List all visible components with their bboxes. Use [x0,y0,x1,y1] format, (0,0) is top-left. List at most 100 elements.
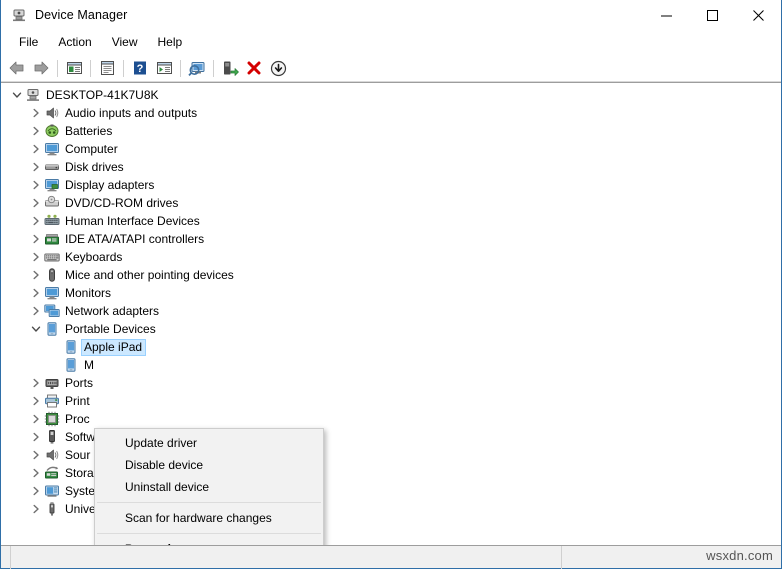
tree-item[interactable]: Monitors [1,284,781,302]
tree-item-label: Human Interface Devices [65,213,200,228]
tree-item[interactable]: DVD/CD-ROM drives [1,194,781,212]
chevron-down-icon[interactable] [9,87,25,103]
chevron-placeholder [47,357,63,373]
tree-item[interactable]: Disk drives [1,158,781,176]
context-menu-item-label: Update driver [125,436,198,450]
keyboard-icon [44,249,60,265]
toolbar: ? [1,55,781,82]
context-menu-item-label: Uninstall device [125,480,210,494]
ctx-uninstall-device[interactable]: Uninstall device [95,476,323,498]
chevron-down-icon[interactable] [28,321,44,337]
toolbar-separator-4 [180,59,181,77]
chevron-right-icon[interactable] [28,123,44,139]
forward-icon[interactable] [29,57,53,80]
tree-root-node[interactable]: DESKTOP-41K7U8K [1,86,781,104]
speaker-icon [44,447,60,463]
tree-item[interactable]: Ports [1,374,781,392]
status-pane-2 [11,545,562,569]
disk-drive-icon [44,159,60,175]
properties-icon[interactable] [95,57,119,80]
uninstall-device-icon[interactable] [242,57,266,80]
processor-icon [44,411,60,427]
chevron-right-icon[interactable] [28,501,44,517]
chevron-right-icon[interactable] [28,303,44,319]
tree-item-label: M [84,357,94,372]
tree-item-label: Sour [65,447,91,462]
menu-file[interactable]: File [9,33,48,52]
disable-device-icon[interactable] [266,57,290,80]
tree-item[interactable]: Print [1,392,781,410]
portable-device-icon [63,339,79,355]
chevron-right-icon[interactable] [28,267,44,283]
chevron-right-icon[interactable] [28,393,44,409]
tree-item[interactable]: Portable Devices [1,320,781,338]
tree-item[interactable]: Apple iPad [1,338,781,356]
menu-help[interactable]: Help [148,33,193,52]
context-menu: Update driver Disable device Uninstall dev… [94,428,324,545]
chevron-placeholder [47,339,63,355]
tree-item-label: Proc [65,411,90,426]
scan-for-hardware-changes-icon[interactable] [185,57,209,80]
update-driver-icon[interactable] [218,57,242,80]
show-hide-action-pane-icon[interactable] [152,57,176,80]
battery-icon [44,123,60,139]
back-icon[interactable] [5,57,29,80]
ctx-update-driver[interactable]: Update driver [95,432,323,454]
tree-item-label: DESKTOP-41K7U8K [46,87,159,102]
tree-item-label: Apple iPad [80,338,147,356]
chevron-right-icon[interactable] [28,447,44,463]
chevron-right-icon[interactable] [28,465,44,481]
tree-item[interactable]: Proc [1,410,781,428]
tree-item-label: Keyboards [65,249,123,264]
device-manager-icon [11,7,27,23]
tree-item-label: Display adapters [65,177,155,192]
chevron-right-icon[interactable] [28,195,44,211]
minimize-button[interactable] [643,0,689,31]
tree-item-label: Portable Devices [65,321,156,336]
svg-text:?: ? [137,63,144,75]
tree-item[interactable]: Display adapters [1,176,781,194]
chevron-right-icon[interactable] [28,375,44,391]
watermark-text: wsxdn.com [706,548,773,563]
show-hide-console-tree-icon[interactable] [62,57,86,80]
chevron-right-icon[interactable] [28,141,44,157]
maximize-button[interactable] [689,0,735,31]
tree-item[interactable]: Audio inputs and outputs [1,104,781,122]
tree-item-label: Network adapters [65,303,160,318]
tree-item[interactable]: IDE ATA/ATAPI controllers [1,230,781,248]
menu-action[interactable]: Action [48,33,101,52]
chevron-right-icon[interactable] [28,249,44,265]
monitor-icon [44,285,60,301]
chevron-right-icon[interactable] [28,483,44,499]
ctx-disable-device[interactable]: Disable device [95,454,323,476]
tree-item[interactable]: Computer [1,140,781,158]
chevron-right-icon[interactable] [28,285,44,301]
menu-view[interactable]: View [102,33,148,52]
chevron-right-icon[interactable] [28,177,44,193]
help-icon[interactable]: ? [128,57,152,80]
chevron-right-icon[interactable] [28,105,44,121]
chevron-right-icon[interactable] [28,411,44,427]
tree-item[interactable]: Keyboards [1,248,781,266]
tree-item[interactable]: Batteries [1,122,781,140]
tree-item[interactable]: Human Interface Devices [1,212,781,230]
chevron-right-icon[interactable] [28,159,44,175]
chevron-right-icon[interactable] [28,231,44,247]
chevron-right-icon[interactable] [28,213,44,229]
ctx-properties[interactable]: Properties [95,538,323,545]
tree-item-label: Computer [65,141,118,156]
port-icon [44,375,60,391]
monitor-icon [44,141,60,157]
tree-item-label: Ports [65,375,94,390]
chevron-right-icon[interactable] [28,429,44,445]
close-button[interactable] [735,0,781,31]
context-menu-item-label: Disable device [125,458,204,472]
tree-item[interactable]: Mice and other pointing devices [1,266,781,284]
ctx-scan-hardware-changes[interactable]: Scan for hardware changes [95,507,323,529]
tree-item-label: Audio inputs and outputs [65,105,198,120]
tree-item[interactable]: Network adapters [1,302,781,320]
tree-item-label: Print [65,393,90,408]
tree-item[interactable]: M [1,356,781,374]
toolbar-separator-1 [57,59,58,77]
speaker-icon [44,105,60,121]
